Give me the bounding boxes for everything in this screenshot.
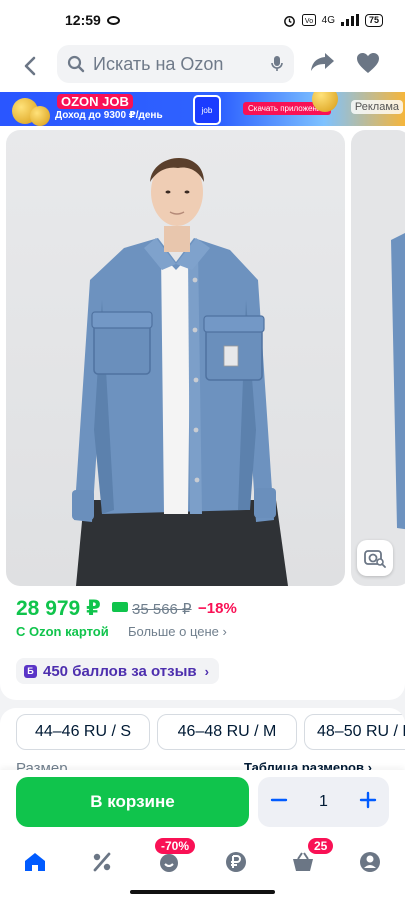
review-points-chip[interactable]: Б 450 баллов за отзыв › [16,658,219,684]
signal-icon [340,14,359,26]
share-button[interactable] [310,51,336,78]
size-option[interactable]: 48–50 RU / L [304,714,405,750]
increase-button[interactable] [359,791,377,814]
sale-bag-icon [160,854,178,872]
ruble-icon [226,852,246,872]
volte-icon: Vo [301,14,316,26]
ozon-card-label: С Ozon картой [16,624,109,639]
percent-icon [93,852,111,872]
next-photo-image [391,233,405,530]
coin-icon [312,92,338,112]
ozon-card-icon [112,602,128,612]
home-icon [25,853,45,871]
search-placeholder: Искать на Ozon [93,53,224,74]
bottom-nav: -70% 25 [0,836,405,900]
phone-icon: job [193,95,221,125]
discount-percent: −18% [198,600,237,617]
size-option[interactable]: 44–46 RU / S [16,714,150,750]
banner-income: Доход до 9300 ₽/день [55,110,163,121]
chevron-right-icon: › [204,663,209,679]
cart-icon [293,852,313,871]
quantity-stepper: 1 [258,777,389,827]
chevron-left-icon [24,56,36,76]
quantity-value: 1 [319,793,328,810]
product-page: 12:59 Vo 4G 75 Искать на Ozon OZON JOB Д… [0,0,405,900]
nav-profile[interactable] [356,848,384,876]
heart-icon [357,53,379,73]
promo-badge: -70% [155,838,196,854]
ad-banner[interactable]: OZON JOB Доход до 9300 ₽/день job Скачат… [0,92,405,126]
sync-icon [106,15,120,25]
profile-icon [360,852,380,872]
product-photo[interactable] [6,130,345,586]
ad-label: Реклама [350,100,403,114]
decrease-button[interactable] [270,791,288,814]
network-type: 4G [321,14,335,26]
size-option[interactable]: 46–48 RU / M [157,714,297,750]
more-about-price-link[interactable]: Больше о цене › [128,624,227,639]
status-indicators: Vo 4G 75 [283,13,383,27]
cart-bar: В корзине 1 [0,770,405,836]
search-icon [67,55,85,73]
points-badge-icon: Б [24,664,37,678]
status-time: 12:59 [65,12,101,28]
old-price: 35 566 ₽ [132,601,192,618]
search-input[interactable]: Искать на Ozon [57,45,294,83]
in-cart-button[interactable]: В корзине [16,777,249,827]
microphone-icon[interactable] [270,55,284,73]
next-photo-preview[interactable] [351,130,405,586]
model-in-denim-shirt-image [72,157,288,586]
coin-icon [30,106,50,126]
nav-home[interactable] [21,848,49,876]
review-points-text: 450 баллов за отзыв [43,662,197,680]
plus-icon [359,791,377,808]
product-gallery[interactable] [0,126,405,590]
banner-brand: OZON JOB [57,94,133,109]
favorite-button[interactable] [356,52,380,79]
minus-icon [270,798,288,801]
cart-count-badge: 25 [308,838,334,854]
current-price: 28 979 ₽ [16,597,101,620]
back-button[interactable] [15,51,45,81]
status-bar: 12:59 Vo 4G 75 [0,0,405,40]
camera-search-icon [364,550,386,568]
nav-finance[interactable] [222,848,250,876]
svg-text:Vo: Vo [305,18,313,25]
alarm-icon [283,15,295,27]
nav-promotions[interactable] [88,848,116,876]
battery-indicator: 75 [364,13,383,27]
size-selector: 44–46 RU / S 46–48 RU / M 48–50 RU / L Р… [0,708,405,778]
home-indicator [130,890,275,894]
top-bar: Искать на Ozon [0,40,405,92]
price-section: 28 979 ₽ 35 566 ₽ −18% С Ozon картой Бол… [0,590,405,700]
share-icon [311,53,334,71]
visual-search-button[interactable] [357,540,393,576]
